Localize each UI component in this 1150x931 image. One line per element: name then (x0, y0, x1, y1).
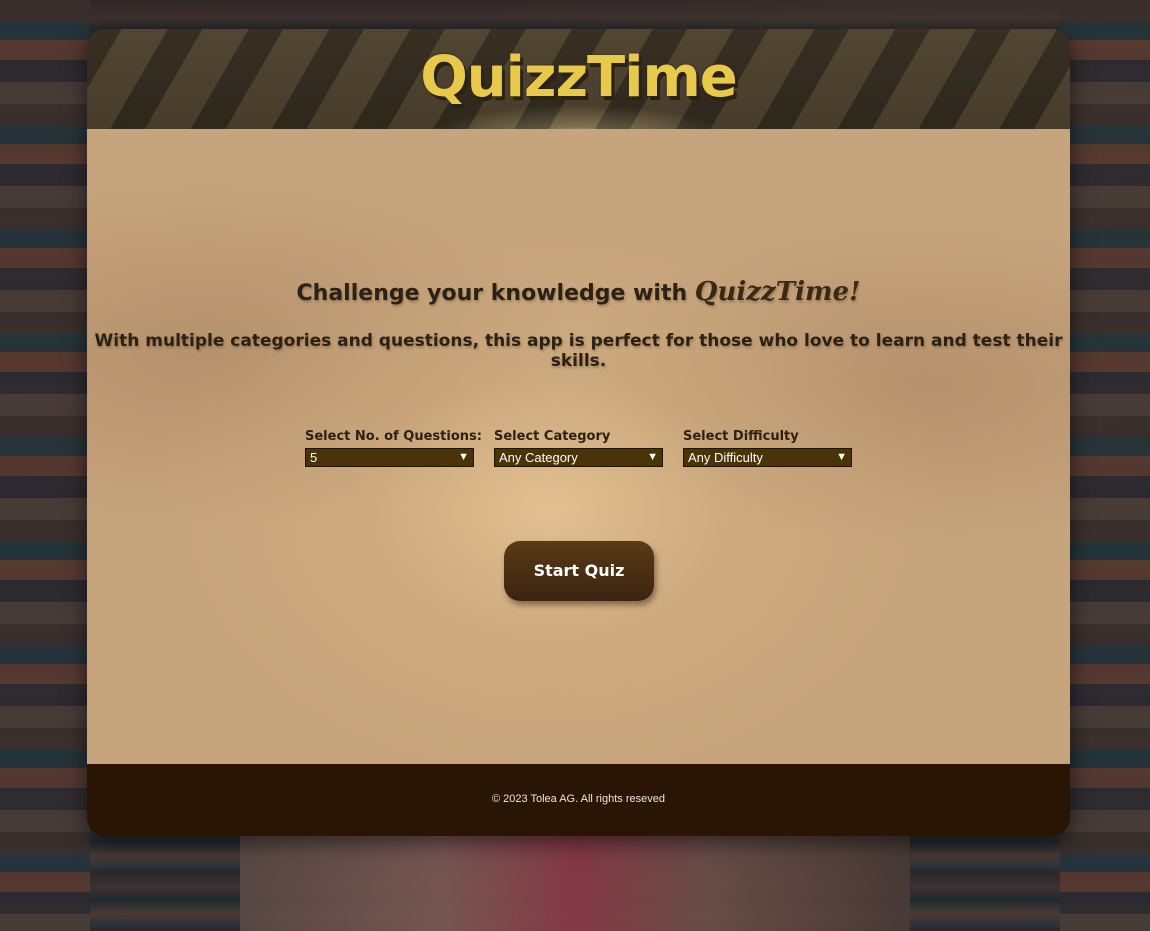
questions-selected-value: 5 (310, 450, 318, 465)
questions-select-group: Select No. of Questions: 5 ▼ (305, 429, 482, 467)
headline-text: Challenge your knowledge with (296, 281, 688, 306)
footer-copyright: © 2023 Tolea AG. All rights reseved (491, 793, 665, 805)
chevron-down-icon: ▼ (458, 451, 469, 463)
chevron-down-icon: ▼ (647, 451, 658, 463)
background-bookshelf-left (0, 0, 90, 931)
difficulty-selected-value: Any Difficulty (688, 450, 763, 465)
questions-select-label: Select No. of Questions: (305, 429, 482, 444)
app-title: QuizzTime (420, 45, 738, 110)
app-header: QuizzTime (87, 29, 1070, 129)
background-books-bottom (240, 831, 910, 931)
quiz-options-form: Select No. of Questions: 5 ▼ Select Cate… (305, 429, 865, 471)
page-headline: Challenge your knowledge with QuizzTime! (87, 277, 1070, 307)
page-tagline: With multiple categories and questions, … (94, 331, 1063, 371)
difficulty-select-group: Select Difficulty Any Difficulty ▼ (683, 429, 852, 467)
main-panel: Challenge your knowledge with QuizzTime!… (87, 129, 1070, 764)
app-footer: © 2023 Tolea AG. All rights reseved (87, 764, 1070, 836)
start-quiz-button[interactable]: Start Quiz (504, 541, 654, 601)
category-select-group: Select Category Any Category ▼ (494, 429, 663, 467)
difficulty-select-label: Select Difficulty (683, 429, 799, 444)
headline-brand: QuizzTime! (694, 277, 861, 307)
category-selected-value: Any Category (499, 450, 578, 465)
chevron-down-icon: ▼ (836, 451, 847, 463)
questions-select[interactable]: 5 ▼ (305, 448, 474, 467)
category-select-label: Select Category (494, 429, 611, 444)
difficulty-select[interactable]: Any Difficulty ▼ (683, 448, 852, 467)
app-card: QuizzTime Challenge your knowledge with … (87, 29, 1070, 836)
background-bookshelf-right (1060, 0, 1150, 931)
category-select[interactable]: Any Category ▼ (494, 448, 663, 467)
